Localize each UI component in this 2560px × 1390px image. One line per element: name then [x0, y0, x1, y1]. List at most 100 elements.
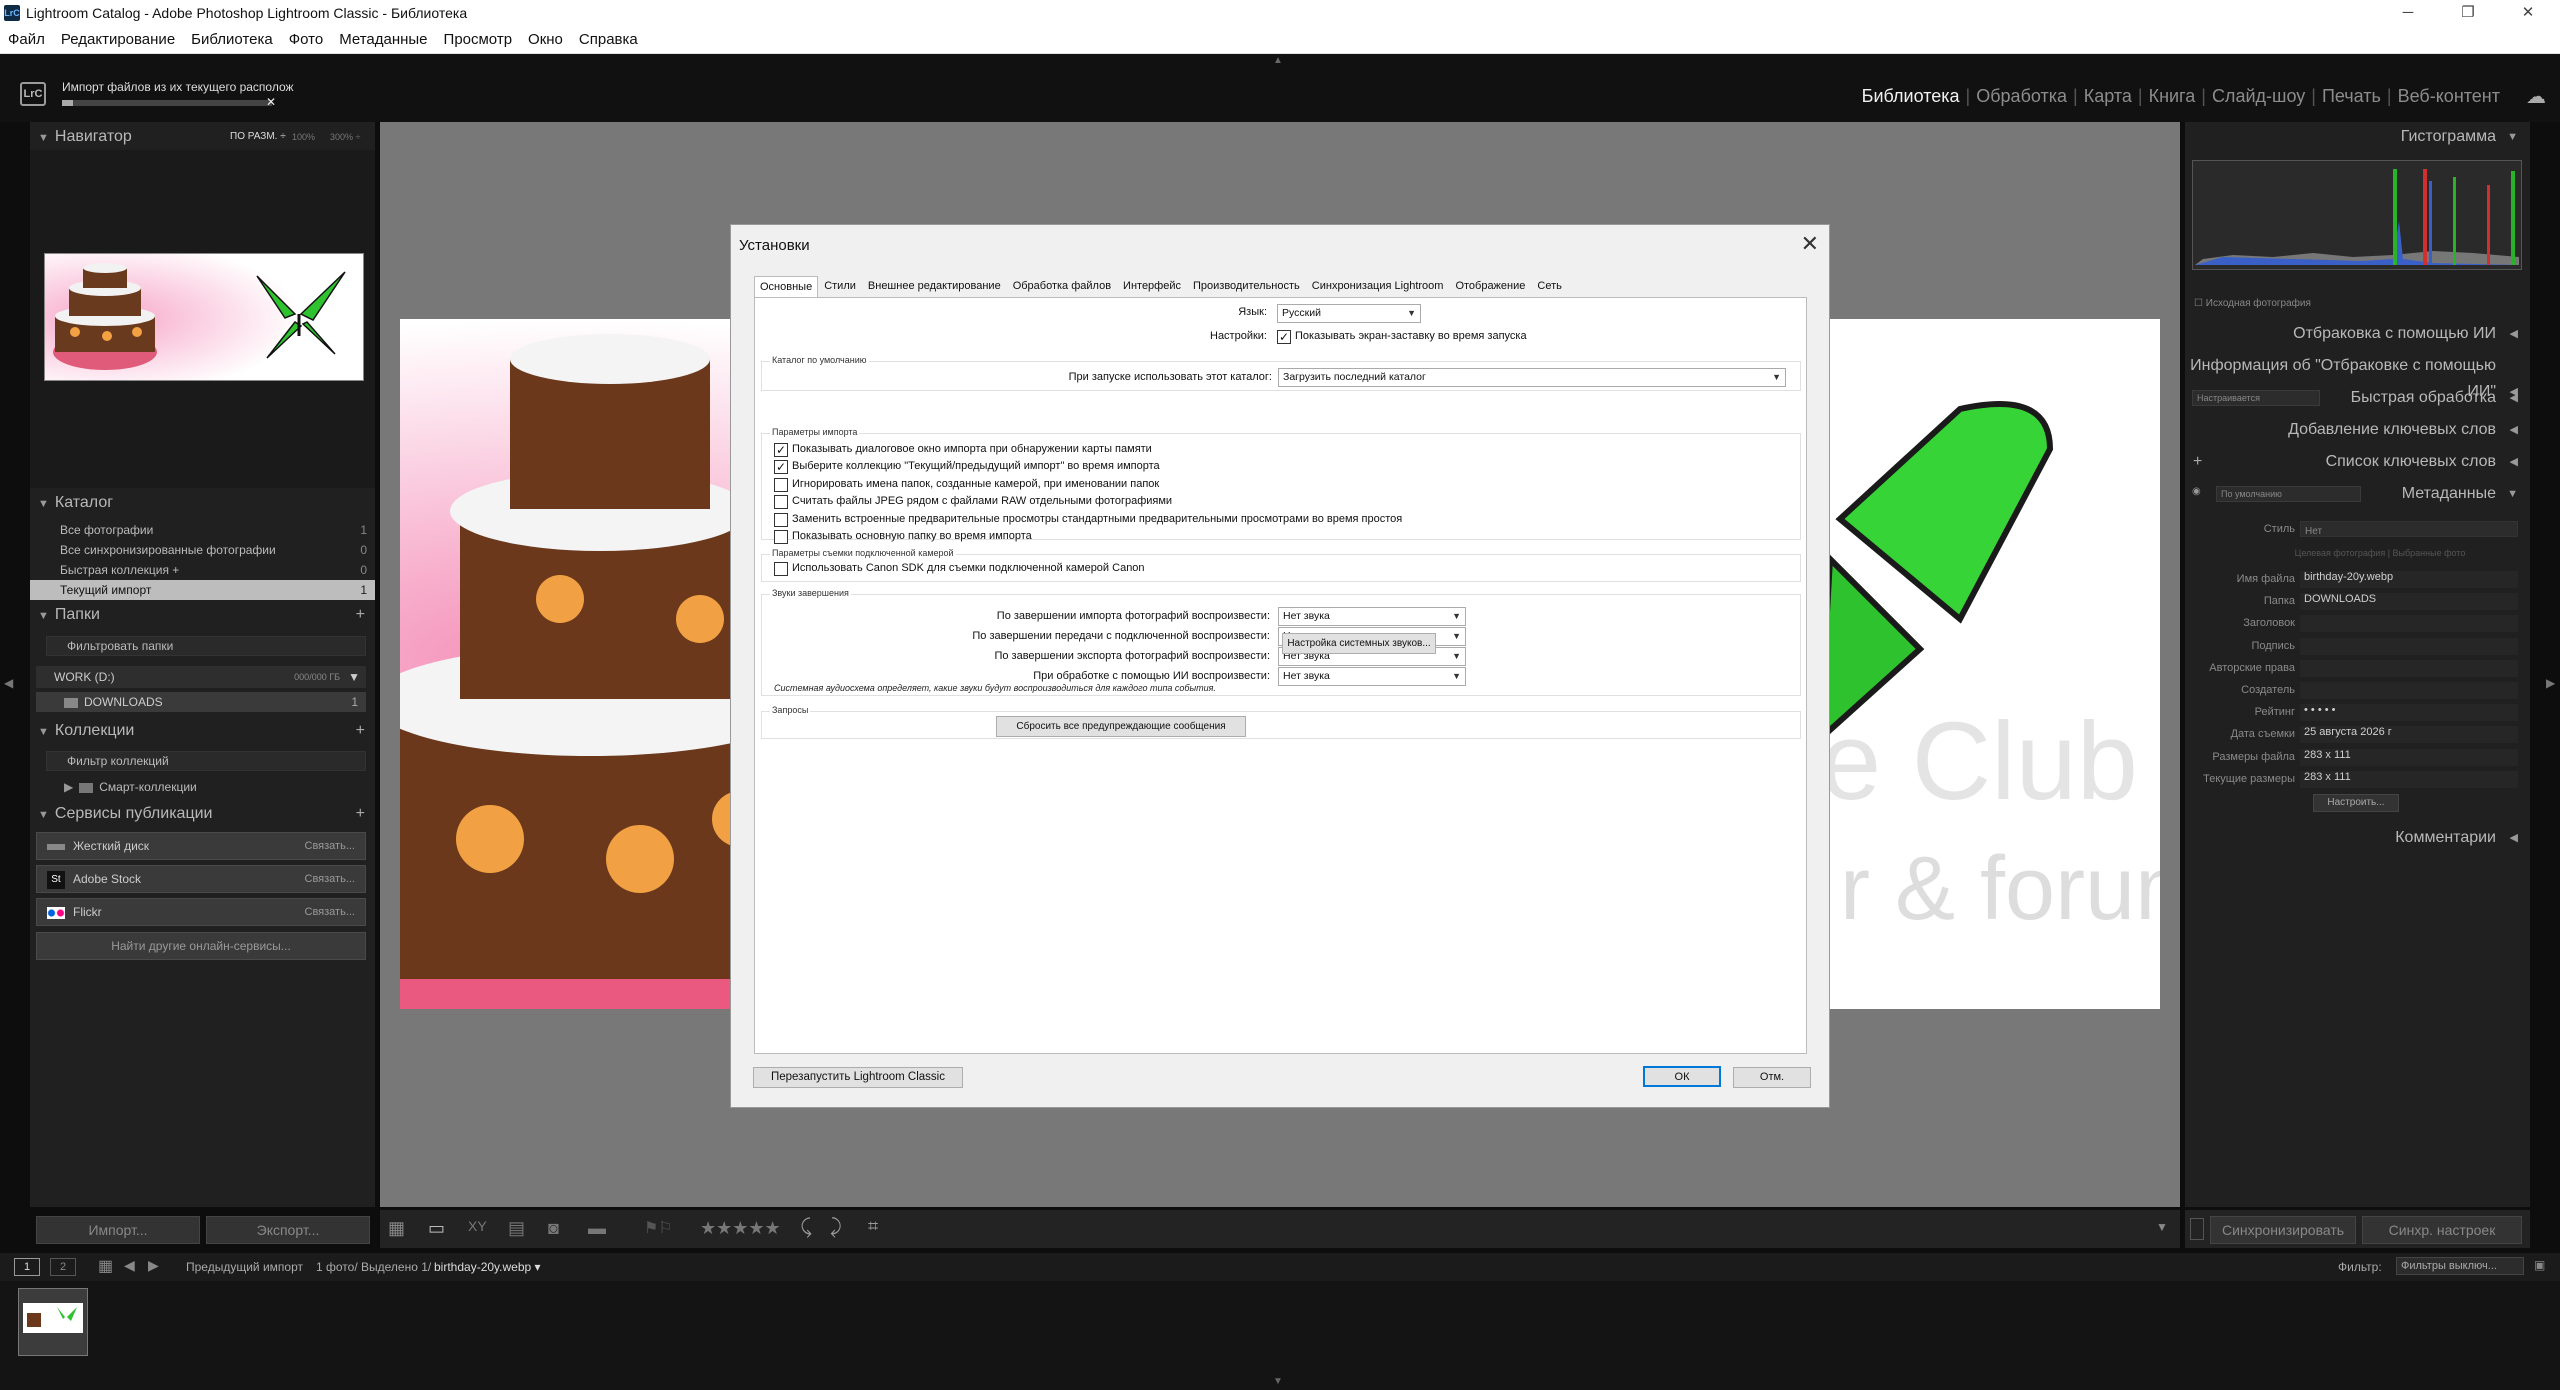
folder-filter-input[interactable]: Фильтровать папки [46, 636, 366, 656]
meta-value-8[interactable]: 283 x 111 [2300, 748, 2518, 766]
import-option-checkbox-3[interactable] [774, 495, 788, 510]
meta-value-4[interactable] [2300, 659, 2518, 677]
flag-icon[interactable]: ⚑⚐ [644, 1218, 673, 1238]
cancel-import-icon[interactable]: ✕ [266, 95, 276, 109]
meta-value-1[interactable]: DOWNLOADS [2300, 593, 2518, 611]
import-option-checkbox-0[interactable]: ✓ [774, 443, 788, 457]
collection-filter-input[interactable]: Фильтр коллекций [46, 751, 366, 771]
add-keyword-icon[interactable]: + [2193, 449, 2202, 475]
meta-value-0[interactable]: birthday-20y.webp [2300, 571, 2518, 588]
grid-view-icon[interactable]: ▦ [388, 1218, 405, 1239]
meta-value-2[interactable] [2300, 615, 2518, 633]
secondary-display-icon[interactable]: ▬ [588, 1218, 606, 1239]
menu-window[interactable]: Окно [520, 27, 571, 53]
rating-stars[interactable]: ★★★★★ [700, 1218, 781, 1239]
filter-select[interactable]: Фильтры выключ... [2396, 1257, 2524, 1275]
auto-sync-toggle[interactable] [2190, 1218, 2204, 1240]
meta-target-tabs[interactable]: Целевая фотография | Выбранные фото [2240, 548, 2520, 558]
comments-header[interactable]: Комментарии ◀ [2185, 825, 2530, 851]
forward-icon[interactable]: ▶ [148, 1257, 159, 1274]
export-button[interactable]: Экспорт... [206, 1216, 370, 1244]
main-window-button[interactable]: 1 [14, 1258, 40, 1276]
people-view-icon[interactable]: ◙ [548, 1218, 559, 1239]
meta-value-7[interactable]: 25 августа 2026 г [2300, 726, 2518, 744]
toolbar-menu-icon[interactable]: ▼ [2156, 1220, 2168, 1234]
navigator-header[interactable]: ▼ Навигатор ПО РАЗМ. ÷ 100% 300% ÷ [30, 124, 375, 150]
tab-presets[interactable]: Стили [818, 275, 862, 296]
canon-sdk-checkbox[interactable] [774, 562, 788, 576]
cancel-button[interactable]: Отм. [1733, 1067, 1811, 1088]
bottom-panel-toggle-icon[interactable]: ▼ [1273, 1376, 1283, 1387]
service-hard-drive[interactable]: Жесткий диск Связать... [36, 832, 366, 860]
rotate-right-icon[interactable]: ⤸ [830, 1216, 842, 1239]
rotate-left-icon[interactable]: ⤹ [800, 1216, 812, 1239]
back-icon[interactable]: ◀ [124, 1257, 135, 1274]
tab-external-editing[interactable]: Внешнее редактирование [862, 275, 1007, 296]
service-flickr[interactable]: Flickr Связать... [36, 898, 366, 926]
eye-icon[interactable]: ◉ [2192, 486, 2208, 500]
zoom-fit[interactable]: ПО РАЗМ. ÷ [230, 124, 286, 150]
dialog-close-button[interactable]: ✕ [1801, 231, 1819, 257]
add-folder-icon[interactable]: + [356, 602, 365, 628]
menu-metadata[interactable]: Метаданные [331, 27, 435, 53]
tab-interface[interactable]: Интерфейс [1117, 275, 1187, 296]
splash-screen-checkbox[interactable]: ✓ [1277, 330, 1291, 344]
ok-button[interactable]: ОК [1643, 1066, 1721, 1087]
menu-photo[interactable]: Фото [281, 27, 331, 53]
module-develop[interactable]: Обработка [1970, 86, 2073, 106]
histogram-header[interactable]: Гистограмма ▼ [2185, 124, 2530, 150]
import-option-checkbox-4[interactable] [774, 512, 788, 527]
menu-edit[interactable]: Редактирование [53, 27, 183, 53]
catalog-header[interactable]: ▼ Каталог [30, 490, 375, 516]
add-collection-icon[interactable]: + [356, 718, 365, 744]
smart-collections[interactable]: ▶ Смарт-коллекции [30, 777, 375, 797]
second-window-button[interactable]: 2 [50, 1258, 76, 1276]
folders-header[interactable]: ▼ Папки + [30, 602, 375, 628]
sync-button[interactable]: Синхронизировать [2210, 1216, 2356, 1244]
module-book[interactable]: Книга [2143, 86, 2202, 106]
publish-services-header[interactable]: ▼ Сервисы публикации + [30, 801, 375, 827]
find-more-services-button[interactable]: Найти другие онлайн-сервисы... [36, 932, 366, 960]
close-window-button[interactable]: ✕ [2500, 0, 2556, 27]
filmstrip-filename[interactable]: birthday-20y.webp ▾ [434, 1260, 541, 1274]
right-panel-toggle-icon[interactable]: ▶ [2546, 676, 2555, 690]
module-web[interactable]: Веб-контент [2392, 86, 2506, 106]
module-map[interactable]: Карта [2078, 86, 2138, 106]
catalog-item-current-import[interactable]: Текущий импорт 1 [30, 580, 375, 600]
reset-warnings-button[interactable]: Сбросить все предупреждающие сообщения [996, 716, 1246, 737]
tab-file-handling[interactable]: Обработка файлов [1007, 275, 1117, 296]
minimize-button[interactable]: ─ [2380, 0, 2436, 27]
menu-library[interactable]: Библиотека [183, 27, 281, 53]
cloud-icon[interactable]: ☁ [2526, 84, 2546, 109]
left-panel-toggle-icon[interactable]: ◀ [4, 676, 13, 690]
top-panel-toggle-icon[interactable]: ▲ [1273, 55, 1283, 66]
module-slideshow[interactable]: Слайд-шоу [2206, 86, 2311, 106]
loupe-view-icon[interactable]: ▭ [428, 1218, 445, 1239]
catalog-item-quick-collection[interactable]: Быстрая коллекция +0 [30, 560, 375, 580]
histogram-chart[interactable] [2192, 160, 2522, 270]
filter-lock-icon[interactable]: ▣ [2534, 1258, 2545, 1272]
keyword-list-header[interactable]: + Список ключевых слов ◀ [2185, 449, 2530, 475]
crop-overlay-icon[interactable]: ⌗ [868, 1216, 878, 1237]
grid-icon[interactable]: ▦ [98, 1256, 113, 1276]
sync-settings-button[interactable]: Синхр. настроек [2362, 1216, 2522, 1244]
zoom-300[interactable]: 300% ÷ [330, 124, 360, 150]
restart-lightroom-button[interactable]: Перезапустить Lightroom Classic [753, 1067, 963, 1088]
catalog-item-synced[interactable]: Все синхронизированные фотографии 0 [30, 540, 375, 560]
add-service-icon[interactable]: + [356, 801, 365, 827]
catalog-select[interactable]: Загрузить последний каталог ▼ [1278, 368, 1786, 387]
catalog-item-all-photos[interactable]: Все фотографии 1 [30, 520, 375, 540]
meta-style-select[interactable]: Нет [2300, 521, 2518, 537]
module-library[interactable]: Библиотека [1856, 86, 1966, 106]
sound-select-0[interactable]: Нет звука ▼ [1278, 607, 1466, 626]
filmstrip-source[interactable]: Предыдущий импорт [186, 1260, 303, 1274]
maximize-button[interactable]: ❐ [2440, 0, 2496, 27]
original-photo-checkbox[interactable]: ☐ Исходная фотография [2194, 298, 2311, 309]
compare-view-icon[interactable]: XY [468, 1218, 487, 1234]
language-select[interactable]: Русский ▼ [1277, 304, 1421, 323]
sound-select-3[interactable]: Нет звука ▼ [1278, 667, 1466, 686]
ai-culling-header[interactable]: Отбраковка с помощью ИИ ◀ [2185, 321, 2530, 347]
filmstrip-thumbnail[interactable] [18, 1288, 88, 1356]
ai-culling-info-header[interactable]: Информация об "Отбраковке с помощью ИИ" ◀ [2185, 353, 2530, 400]
folder-downloads[interactable]: DOWNLOADS 1 [36, 692, 366, 712]
